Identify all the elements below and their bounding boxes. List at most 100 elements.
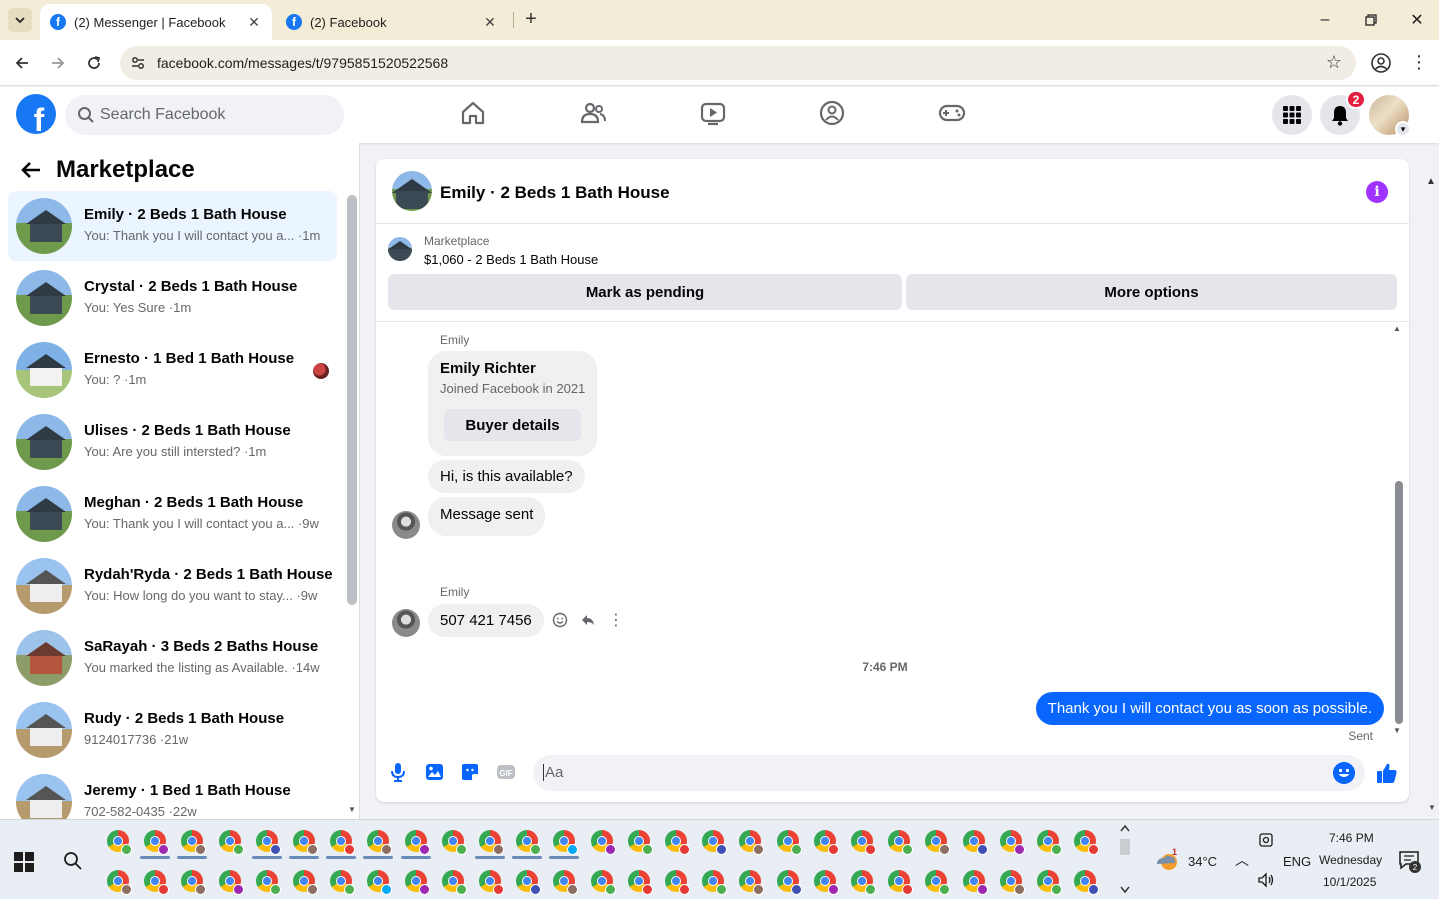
- browser-profile-shortcut-icon[interactable]: [851, 830, 876, 855]
- browser-profile-shortcut-icon[interactable]: [404, 830, 430, 855]
- weather-icon[interactable]: [1155, 850, 1181, 872]
- outgoing-message[interactable]: Thank you I will contact you as soon as …: [1035, 692, 1384, 725]
- conversation-item[interactable]: Rydah'Ryda · 2 Beds 1 Bath House You: Ho…: [8, 551, 337, 621]
- browser-profile-icon[interactable]: [1370, 52, 1392, 74]
- facebook-logo-icon[interactable]: f: [16, 94, 56, 134]
- browser-profile-shortcut-icon[interactable]: [255, 830, 281, 855]
- browser-profile-shortcut-icon[interactable]: [144, 830, 170, 855]
- scroll-down-arrow-icon[interactable]: ▼: [348, 805, 356, 814]
- browser-menu-icon[interactable]: ⋮: [1410, 52, 1428, 74]
- conversation-item[interactable]: Meghan · 2 Beds 1 Bath House You: Thank …: [8, 479, 337, 549]
- react-icon[interactable]: [550, 610, 570, 630]
- browser-profile-shortcut-icon[interactable]: [181, 830, 207, 855]
- browser-profile-shortcut-icon[interactable]: [479, 830, 504, 855]
- tab-search-button[interactable]: [8, 8, 32, 32]
- more-actions-icon[interactable]: ⋮: [606, 610, 626, 630]
- incoming-message[interactable]: Message sent: [428, 497, 546, 536]
- browser-profile-shortcut-icon[interactable]: [330, 870, 356, 895]
- forward-button[interactable]: [45, 50, 71, 76]
- browser-profile-shortcut-icon[interactable]: [107, 830, 132, 855]
- browser-profile-shortcut-icon[interactable]: [255, 870, 281, 895]
- browser-profile-shortcut-icon[interactable]: [739, 870, 765, 895]
- gaming-icon[interactable]: [938, 99, 966, 127]
- minimize-button[interactable]: –: [1310, 6, 1340, 34]
- tab-messenger[interactable]: f (2) Messenger | Facebook ✕: [40, 4, 272, 40]
- conversation-item[interactable]: Rudy · 2 Beds 1 Bath House 9124017736 ·2…: [8, 695, 337, 765]
- info-icon[interactable]: i: [1366, 181, 1388, 203]
- browser-profile-shortcut-icon[interactable]: [1074, 870, 1100, 895]
- browser-profile-shortcut-icon[interactable]: [441, 830, 467, 855]
- browser-profile-shortcut-icon[interactable]: [516, 870, 542, 895]
- conversation-item[interactable]: Ernesto · 1 Bed 1 Bath House You: ? ·1m: [8, 335, 337, 405]
- clock-date[interactable]: 10/1/2025: [1323, 875, 1376, 889]
- conversation-item[interactable]: Ulises · 2 Beds 1 Bath House You: Are yo…: [8, 407, 337, 477]
- sender-avatar[interactable]: [392, 511, 420, 539]
- incoming-message[interactable]: Hi, is this available?: [428, 460, 585, 493]
- browser-profile-shortcut-icon[interactable]: [107, 870, 132, 895]
- clock-day[interactable]: Wednesday: [1319, 853, 1382, 867]
- url-field[interactable]: facebook.com/messages/t/9795851520522568…: [120, 46, 1356, 80]
- taskbar-scroll-icon[interactable]: [1118, 822, 1132, 896]
- browser-profile-shortcut-icon[interactable]: [1037, 830, 1062, 855]
- site-settings-icon[interactable]: [130, 55, 146, 71]
- browser-profile-shortcut-icon[interactable]: [441, 870, 467, 895]
- conversation-item[interactable]: Crystal · 2 Beds 1 Bath House You: Yes S…: [8, 263, 337, 333]
- browser-profile-shortcut-icon[interactable]: [665, 870, 690, 895]
- page-scroll-up-icon[interactable]: ▲: [1426, 176, 1436, 187]
- browser-profile-shortcut-icon[interactable]: [813, 870, 839, 895]
- new-tab-button[interactable]: +: [520, 8, 542, 30]
- browser-profile-shortcut-icon[interactable]: [516, 830, 542, 855]
- search-input[interactable]: Search Facebook: [65, 95, 344, 135]
- buyer-details-button[interactable]: Buyer details: [444, 409, 581, 441]
- video-icon[interactable]: [699, 99, 727, 127]
- browser-profile-shortcut-icon[interactable]: [479, 870, 504, 895]
- back-button[interactable]: [9, 50, 35, 76]
- scroll-up-arrow-icon[interactable]: ▲: [1393, 324, 1401, 333]
- tab-facebook[interactable]: f (2) Facebook ✕: [276, 4, 508, 40]
- conversation-item[interactable]: Emily · 2 Beds 1 Bath House You: Thank y…: [8, 191, 337, 261]
- mark-as-pending-button[interactable]: Mark as pending: [388, 274, 902, 310]
- bookmark-star-icon[interactable]: ☆: [1326, 52, 1342, 73]
- microphone-icon[interactable]: [387, 761, 409, 783]
- browser-profile-shortcut-icon[interactable]: [776, 870, 802, 895]
- browser-profile-shortcut-icon[interactable]: [553, 870, 579, 895]
- home-icon[interactable]: [459, 99, 487, 127]
- browser-profile-shortcut-icon[interactable]: [627, 870, 653, 895]
- thread-scrollbar[interactable]: [1395, 481, 1403, 724]
- conversation-item[interactable]: Jeremy · 1 Bed 1 Bath House 702-582-0435…: [8, 767, 337, 819]
- language-indicator[interactable]: ENG: [1283, 854, 1311, 869]
- show-hidden-icons-icon[interactable]: ︿: [1235, 850, 1249, 870]
- browser-profile-shortcut-icon[interactable]: [1037, 870, 1062, 895]
- chat-title[interactable]: Emily · 2 Beds 1 Bath House: [440, 183, 670, 203]
- browser-profile-shortcut-icon[interactable]: [925, 830, 951, 855]
- search-icon[interactable]: [62, 850, 84, 872]
- chat-listing-avatar[interactable]: [392, 171, 432, 211]
- volume-icon[interactable]: [1257, 872, 1275, 888]
- browser-profile-shortcut-icon[interactable]: [999, 870, 1025, 895]
- browser-profile-shortcut-icon[interactable]: [590, 870, 616, 895]
- sender-avatar[interactable]: [392, 609, 420, 637]
- listing-price-title[interactable]: $1,060 - 2 Beds 1 Bath House: [424, 252, 598, 267]
- browser-profile-shortcut-icon[interactable]: [293, 870, 318, 895]
- scroll-down-arrow-icon[interactable]: ▼: [1393, 726, 1401, 735]
- page-scroll-down-icon[interactable]: ▼: [1428, 803, 1436, 812]
- temperature[interactable]: 34°C: [1188, 854, 1217, 869]
- browser-profile-shortcut-icon[interactable]: [1074, 830, 1100, 855]
- groups-icon[interactable]: [818, 99, 846, 127]
- browser-profile-shortcut-icon[interactable]: [367, 830, 393, 855]
- browser-profile-shortcut-icon[interactable]: [925, 870, 951, 895]
- browser-profile-shortcut-icon[interactable]: [553, 830, 579, 855]
- close-icon[interactable]: ✕: [246, 14, 262, 31]
- chevron-down-icon[interactable]: ▾: [1395, 121, 1411, 137]
- reply-icon[interactable]: [578, 610, 598, 630]
- browser-profile-shortcut-icon[interactable]: [404, 870, 430, 895]
- reload-button[interactable]: [81, 50, 107, 76]
- browser-profile-shortcut-icon[interactable]: [851, 870, 876, 895]
- close-icon[interactable]: ✕: [482, 14, 498, 31]
- clock-time[interactable]: 7:46 PM: [1329, 831, 1374, 845]
- close-window-button[interactable]: ✕: [1402, 6, 1432, 34]
- message-input[interactable]: Aa: [533, 755, 1365, 791]
- maximize-button[interactable]: [1356, 6, 1386, 34]
- incoming-message[interactable]: 507 421 7456: [428, 604, 544, 637]
- browser-profile-shortcut-icon[interactable]: [590, 830, 616, 855]
